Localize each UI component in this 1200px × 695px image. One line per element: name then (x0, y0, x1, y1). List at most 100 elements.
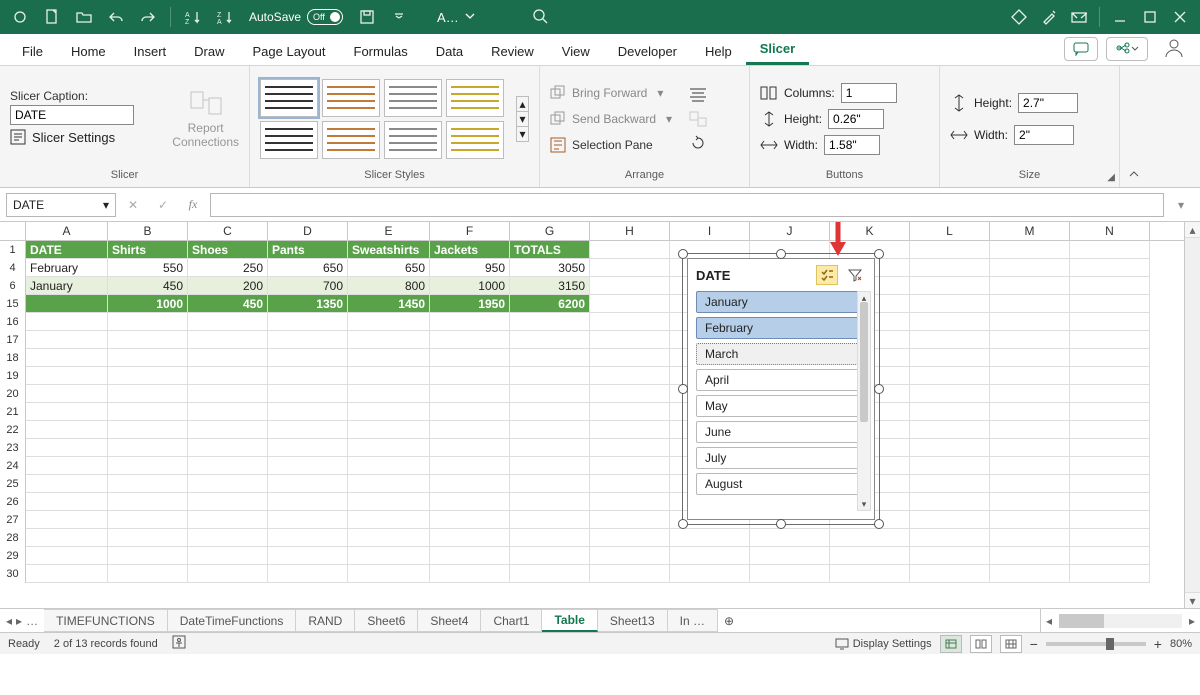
cell[interactable] (990, 313, 1070, 331)
cell[interactable] (348, 565, 430, 583)
cell[interactable] (1070, 547, 1150, 565)
cell[interactable]: 250 (188, 259, 268, 277)
cell[interactable] (910, 259, 990, 277)
zoom-level[interactable]: 80% (1170, 638, 1192, 650)
row-header[interactable]: 18 (0, 349, 26, 367)
cell[interactable] (430, 385, 510, 403)
cell[interactable] (510, 367, 590, 385)
row-header[interactable]: 26 (0, 493, 26, 511)
cell[interactable] (590, 349, 670, 367)
cell[interactable] (510, 493, 590, 511)
cell[interactable] (108, 349, 188, 367)
cell[interactable] (348, 385, 430, 403)
cell[interactable] (830, 547, 910, 565)
cell[interactable] (348, 547, 430, 565)
row-header[interactable]: 1 (0, 241, 26, 259)
cell[interactable]: 450 (188, 295, 268, 313)
cell[interactable] (990, 385, 1070, 403)
align-icon[interactable] (688, 85, 708, 105)
slicer-item[interactable]: June (696, 421, 866, 443)
cell[interactable] (26, 493, 108, 511)
cell[interactable] (348, 403, 430, 421)
row-header[interactable]: 6 (0, 277, 26, 295)
cell[interactable] (590, 529, 670, 547)
cell[interactable] (590, 565, 670, 583)
cell[interactable] (510, 385, 590, 403)
cell[interactable] (990, 403, 1070, 421)
slicer-item[interactable]: February (696, 317, 866, 339)
cell[interactable] (990, 547, 1070, 565)
cell[interactable] (348, 313, 430, 331)
cell[interactable] (510, 331, 590, 349)
cell[interactable] (590, 367, 670, 385)
row-header[interactable]: 23 (0, 439, 26, 457)
cell[interactable]: 450 (108, 277, 188, 295)
cell[interactable] (590, 511, 670, 529)
cell[interactable] (910, 493, 990, 511)
cell[interactable] (188, 565, 268, 583)
cell[interactable]: Jackets (430, 241, 510, 259)
cell[interactable] (268, 529, 348, 547)
cell[interactable] (750, 547, 830, 565)
formula-bar[interactable] (210, 193, 1164, 217)
slicer-scrollbar[interactable]: ▴ ▾ (857, 291, 871, 511)
cell[interactable] (990, 439, 1070, 457)
cell[interactable] (108, 313, 188, 331)
cell[interactable] (990, 277, 1070, 295)
cell[interactable] (590, 475, 670, 493)
sheet-tab[interactable]: Chart1 (481, 609, 542, 632)
scroll-down-icon[interactable]: ▾ (1185, 592, 1200, 608)
cell[interactable] (430, 331, 510, 349)
cell[interactable] (670, 565, 750, 583)
cell[interactable] (430, 457, 510, 475)
cell[interactable] (510, 349, 590, 367)
row-header[interactable]: 17 (0, 331, 26, 349)
cell[interactable] (1070, 385, 1150, 403)
slicer-styles-gallery[interactable] (260, 79, 504, 159)
hscroll-thumb[interactable] (1059, 614, 1104, 628)
cell[interactable] (1070, 493, 1150, 511)
columns-input[interactable] (841, 83, 897, 103)
row-header[interactable]: 24 (0, 457, 26, 475)
page-break-view-icon[interactable] (1000, 635, 1022, 653)
cell[interactable]: 3050 (510, 259, 590, 277)
cell[interactable] (510, 439, 590, 457)
cell[interactable] (26, 331, 108, 349)
select-all-corner[interactable] (0, 222, 26, 240)
cell[interactable] (670, 547, 750, 565)
cell[interactable] (26, 475, 108, 493)
cell[interactable]: 1450 (348, 295, 430, 313)
cell[interactable] (108, 475, 188, 493)
cell[interactable]: 1000 (430, 277, 510, 295)
cell[interactable] (188, 349, 268, 367)
row-header[interactable]: 15 (0, 295, 26, 313)
tab-file[interactable]: File (8, 38, 57, 65)
cell[interactable] (590, 547, 670, 565)
cell[interactable] (1070, 565, 1150, 583)
row-header[interactable]: 29 (0, 547, 26, 565)
column-header[interactable]: F (430, 222, 510, 240)
cell[interactable] (26, 403, 108, 421)
btn-height-input[interactable] (828, 109, 884, 129)
cell[interactable] (990, 565, 1070, 583)
size-height-input[interactable] (1018, 93, 1078, 113)
cell[interactable] (26, 565, 108, 583)
column-header[interactable]: D (268, 222, 348, 240)
cell[interactable] (510, 547, 590, 565)
cell[interactable] (348, 421, 430, 439)
cell[interactable] (910, 475, 990, 493)
sheet-tab[interactable]: DateTimeFunctions (168, 609, 297, 632)
cell[interactable] (26, 547, 108, 565)
cell[interactable] (430, 547, 510, 565)
cell[interactable] (108, 421, 188, 439)
cell[interactable] (26, 367, 108, 385)
gallery-scroll-up-icon[interactable]: ▴ (517, 97, 528, 112)
cell[interactable] (990, 475, 1070, 493)
zoom-in-icon[interactable]: + (1154, 636, 1162, 652)
pen-sparkle-icon[interactable] (1035, 3, 1063, 31)
maximize-icon[interactable] (1136, 3, 1164, 31)
row-header[interactable]: 19 (0, 367, 26, 385)
row-header[interactable]: 30 (0, 565, 26, 583)
slicer-settings-button[interactable]: Slicer Settings (10, 129, 115, 145)
add-sheet-icon[interactable]: ⊕ (718, 609, 740, 632)
